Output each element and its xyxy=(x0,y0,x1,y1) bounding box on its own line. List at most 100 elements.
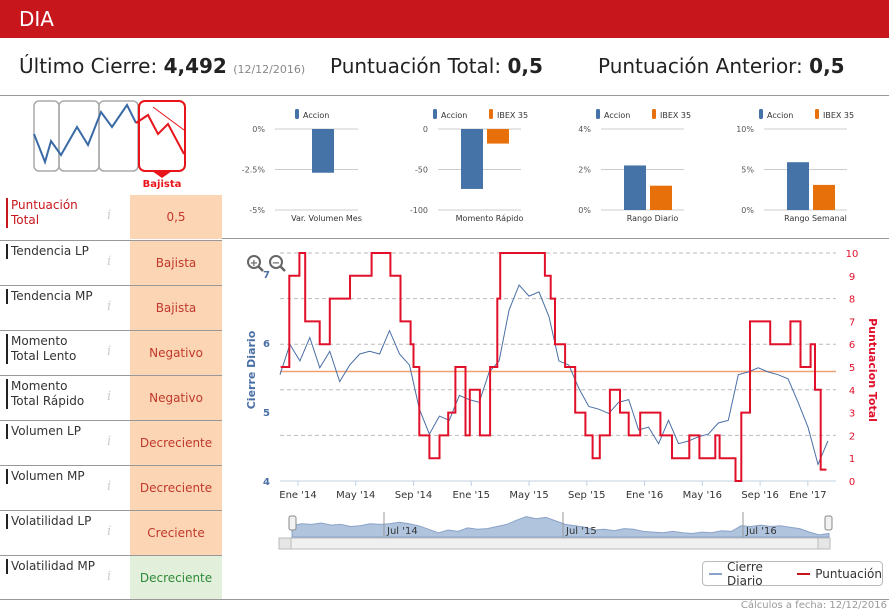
y2-tick-label: 8 xyxy=(849,295,855,306)
info-icon[interactable]: i xyxy=(107,434,111,449)
legend-swatch xyxy=(433,109,437,119)
indicator-label: Tendencia MP xyxy=(6,289,96,304)
last-close-date: (12/12/2016) xyxy=(233,63,306,76)
info-icon[interactable]: i xyxy=(107,569,111,584)
y2-tick-label: 5 xyxy=(849,363,855,374)
score-line xyxy=(280,252,827,482)
y2-tick-label: 3 xyxy=(849,409,855,420)
info-icon[interactable]: i xyxy=(107,524,111,539)
y2-tick-label: 10 xyxy=(846,249,859,260)
y2-tick-label: 7 xyxy=(849,317,855,328)
indicator-value: Decreciente xyxy=(130,421,222,465)
navigator: Jul '14 Jul '15 Jul '16 xyxy=(288,512,833,538)
info-icon[interactable]: i xyxy=(107,208,111,223)
x-tick-label: May '16 xyxy=(683,490,722,501)
mini-chart-1: Accion IBEX 35 0 -50 -100 Momento Rápido xyxy=(410,109,528,223)
y2-tick-label: 6 xyxy=(849,340,855,351)
info-icon[interactable]: i xyxy=(107,479,111,494)
y2-tick-label: 4 xyxy=(849,386,855,397)
y-tick-label: -50 xyxy=(415,166,428,175)
y-tick-label: 4% xyxy=(578,125,591,134)
calc-date: Cálculos a fecha: 12/12/2016 xyxy=(740,600,887,611)
legend-label: Accion xyxy=(604,111,630,120)
score-legend-swatch xyxy=(797,572,811,575)
chart-legend: Cierre Diario Puntuación xyxy=(702,560,883,588)
navigator-label: Jul '15 xyxy=(565,526,597,537)
info-icon[interactable]: i xyxy=(107,299,111,314)
indicator-label: Volumen LP xyxy=(6,424,96,439)
x-tick-label: Sep '15 xyxy=(568,490,606,501)
legend-swatch xyxy=(652,109,656,119)
y-tick-label: -100 xyxy=(410,206,428,215)
y-tick-label: 5% xyxy=(741,166,754,175)
y-tick-label: 0 xyxy=(423,125,428,134)
indicator-label: Volumen MP xyxy=(6,469,96,484)
mini-chart-0: Accion 0% -2.5% -5% Var. Volumen Mes xyxy=(242,109,362,223)
y-tick-label: 2% xyxy=(578,166,591,175)
indicator-row: Tendencia LP i Bajista xyxy=(0,240,222,285)
prev-score-label: Puntuación Anterior: xyxy=(598,54,803,78)
legend-label: Accion xyxy=(767,111,793,120)
x-tick-label: Ene '17 xyxy=(789,490,826,501)
total-score-label: Puntuación Total: xyxy=(330,54,502,78)
legend-price[interactable]: Cierre Diario xyxy=(727,560,788,588)
x-tick-label: May '14 xyxy=(336,490,375,501)
indicator-value: Negativo xyxy=(130,331,222,375)
legend-score[interactable]: Puntuación xyxy=(815,567,882,581)
legend-swatch xyxy=(815,109,819,119)
indicator-label: Volatilidad MP xyxy=(6,559,96,574)
indicator-value: 0,5 xyxy=(130,195,222,239)
bar-ibex-35 xyxy=(650,185,672,210)
last-close-value: 4,492 xyxy=(163,54,227,78)
mini-chart-title: Var. Volumen Mes xyxy=(291,214,362,223)
y-tick-label: 10% xyxy=(736,125,754,134)
navigator-handle-right[interactable] xyxy=(824,515,833,531)
zoom-in-icon[interactable]: + xyxy=(247,255,264,272)
y2-tick-label: 9 xyxy=(849,272,855,283)
bar-accion xyxy=(624,165,646,210)
y2-tick-label: 0 xyxy=(849,477,855,488)
indicator-label: Momento Total Lento xyxy=(6,334,96,364)
info-icon[interactable]: i xyxy=(107,389,111,404)
navigator-label: Jul '14 xyxy=(386,526,418,537)
y-tick-label: 0% xyxy=(741,206,754,215)
magnifier-sign: + xyxy=(250,258,258,269)
legend-label: Accion xyxy=(441,111,467,120)
zoom-out-icon[interactable]: − xyxy=(269,255,286,272)
x-tick-label: Ene '14 xyxy=(279,490,316,501)
info-icon[interactable]: i xyxy=(107,254,111,269)
x-tick-label: May '15 xyxy=(509,490,548,501)
scrollbar-thumb[interactable] xyxy=(290,537,819,550)
bar-accion xyxy=(461,129,483,189)
x-tick-label: Ene '16 xyxy=(626,490,663,501)
divider xyxy=(0,95,889,96)
magnifier-sign: − xyxy=(272,258,280,269)
indicator-label: Volatilidad LP xyxy=(6,514,96,529)
y-tick-label: 6 xyxy=(263,339,270,350)
y-tick-label: 0% xyxy=(252,125,265,134)
indicator-row: Volumen LP i Decreciente xyxy=(0,420,222,465)
navigator-handle-left[interactable] xyxy=(288,515,297,531)
prev-score-value: 0,5 xyxy=(809,54,845,78)
indicator-value: Bajista xyxy=(130,241,222,285)
indicator-row: Volumen MP i Decreciente xyxy=(0,465,222,510)
trend-phase-icon: Bajista xyxy=(33,100,186,190)
indicator-row: Puntuación Total i 0,5 xyxy=(0,195,222,239)
x-tick-label: Sep '14 xyxy=(395,490,433,501)
magnifier-handle xyxy=(279,265,286,272)
y-axis-title: Cierre Diario xyxy=(245,330,258,409)
legend-label: Accion xyxy=(303,111,329,120)
legend-label: IBEX 35 xyxy=(823,111,854,120)
info-icon[interactable]: i xyxy=(107,344,111,359)
mini-chart-title: Rango Semanal xyxy=(784,214,847,223)
indicator-row: Momento Total Lento i Negativo xyxy=(0,330,222,375)
y2-tick-label: 1 xyxy=(849,454,855,465)
legend-swatch xyxy=(295,109,299,119)
y2-axis-title: Puntuacion Total xyxy=(866,318,879,422)
indicator-value: Decreciente xyxy=(130,466,222,510)
mini-bar-charts: Accion 0% -2.5% -5% Var. Volumen Mes Accion IB… xyxy=(242,109,854,223)
divider xyxy=(222,238,889,239)
mini-chart-title: Rango Diario xyxy=(627,214,679,223)
mini-chart-3: Accion IBEX 35 10% 5% 0% Rango Semanal xyxy=(736,109,854,223)
legend-swatch xyxy=(489,109,493,119)
